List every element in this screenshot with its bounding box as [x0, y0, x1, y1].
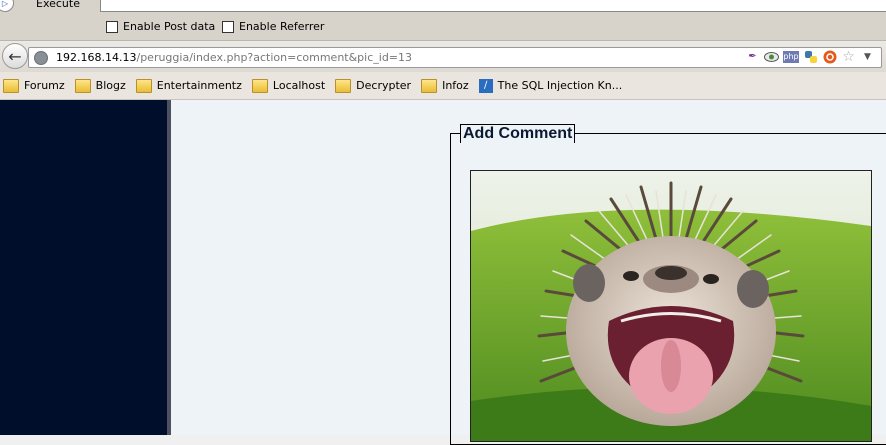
- url-text[interactable]: 192.168.14.13/peruggia/index.php?action=…: [56, 51, 412, 64]
- sql-page-icon: ∕: [478, 78, 493, 93]
- add-comment-legend: Add Comment: [460, 124, 576, 143]
- bookmark-forumz[interactable]: Forumz: [3, 78, 65, 93]
- ubuntu-icon[interactable]: [822, 49, 837, 64]
- bookmark-sql-injection[interactable]: ∕ The SQL Injection Kn...: [478, 78, 623, 93]
- back-button[interactable]: ←: [2, 43, 28, 69]
- page-content: Add Comment: [0, 100, 886, 445]
- bookmark-entertainmentz[interactable]: Entertainmentz: [135, 78, 242, 93]
- bookmarks-toolbar: Forumz Blogz Entertainmentz Localhost De…: [0, 72, 886, 100]
- bookmark-label: Blogz: [95, 79, 126, 92]
- sidebar-border: [167, 100, 171, 435]
- eye-icon[interactable]: [764, 49, 779, 64]
- navigation-toolbar: ← 192.168.14.13/peruggia/index.php?actio…: [0, 41, 886, 72]
- star-icon[interactable]: ☆: [841, 49, 856, 65]
- bookmark-label: The SQL Injection Kn...: [497, 79, 623, 92]
- folder-icon: [135, 78, 152, 93]
- bookmark-label: Decrypter: [356, 79, 412, 92]
- enable-post-checkbox[interactable]: Enable Post data: [106, 20, 215, 33]
- folder-icon: [251, 78, 268, 93]
- hedgehog-photo: [470, 170, 872, 442]
- bookmark-label: Forumz: [24, 79, 65, 92]
- python-icon[interactable]: [803, 49, 818, 64]
- url-path: /peruggia/index.php?action=comment&pic_i…: [136, 51, 413, 64]
- page-sidebar: [0, 100, 167, 435]
- enable-post-label: Enable Post data: [123, 20, 216, 33]
- checkbox-icon[interactable]: [106, 20, 118, 33]
- address-bar[interactable]: 192.168.14.13/peruggia/index.php?action=…: [28, 47, 882, 68]
- hackbar-panel: ▷ Execute Enable Post data Enable Referr…: [0, 0, 886, 41]
- enable-referrer-label: Enable Referrer: [239, 20, 325, 33]
- php-icon[interactable]: php: [783, 50, 799, 63]
- addon-icons: ✒ php ☆ ▼: [745, 49, 875, 65]
- site-identity-icon[interactable]: [34, 51, 48, 65]
- feather-icon[interactable]: ✒: [745, 49, 760, 64]
- execute-button[interactable]: Execute: [36, 0, 80, 10]
- folder-icon: [335, 78, 352, 93]
- bookmark-label: Entertainmentz: [156, 79, 242, 92]
- bookmark-blogz[interactable]: Blogz: [74, 78, 126, 93]
- bookmark-decrypter[interactable]: Decrypter: [335, 78, 412, 93]
- folder-icon: [421, 78, 438, 93]
- folder-icon: [3, 78, 19, 93]
- url-host: 192.168.14.13: [56, 51, 137, 64]
- hackbar-menu-icon[interactable]: ▷: [0, 0, 14, 12]
- bookmark-label: Infoz: [442, 79, 469, 92]
- back-arrow-icon: ←: [8, 46, 22, 66]
- hackbar-url-input[interactable]: [100, 0, 886, 12]
- folder-icon: [74, 78, 91, 93]
- bookmark-localhost[interactable]: Localhost: [251, 78, 326, 93]
- checkbox-icon[interactable]: [222, 20, 234, 33]
- dropdown-arrow-icon[interactable]: ▼: [860, 49, 875, 64]
- enable-referrer-checkbox[interactable]: Enable Referrer: [222, 20, 324, 33]
- bookmark-infoz[interactable]: Infoz: [421, 78, 469, 93]
- bookmark-label: Localhost: [272, 79, 326, 92]
